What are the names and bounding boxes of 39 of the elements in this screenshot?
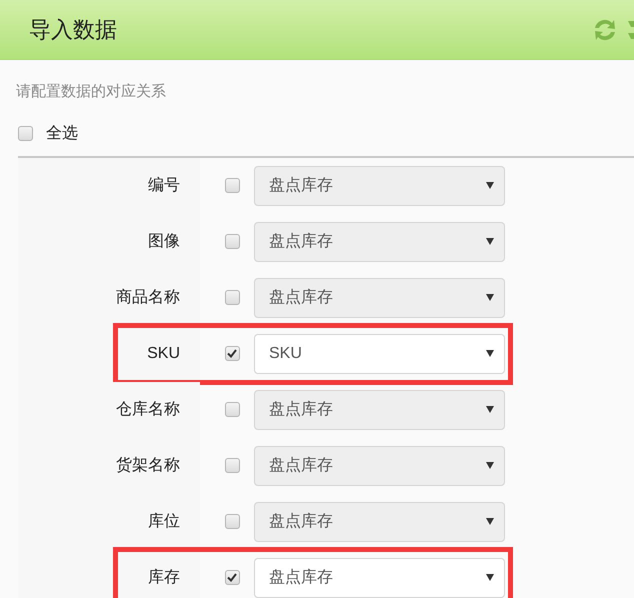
checkbox[interactable] [224,346,240,361]
caret-icon [486,518,494,525]
field-label: SKU [147,344,180,364]
checkbox[interactable] [224,234,240,249]
refresh-icon[interactable] [592,18,618,42]
checkbox[interactable] [224,570,240,585]
caret-icon [486,294,494,301]
caret-icon [486,350,494,357]
check-icon [227,573,237,582]
mapping-dropdown[interactable]: 盘点库存 [254,166,505,206]
checkbox[interactable] [224,178,240,193]
field-label: 库存 [148,568,180,588]
checkbox[interactable] [224,402,240,417]
checkbox[interactable] [224,514,240,529]
instruction-text: 请配置数据的对应关系 [16,82,167,102]
select-all-label: 全选 [46,124,78,144]
mapping-dropdown[interactable]: 盘点库存 [254,390,505,430]
caret-icon [486,574,494,581]
mapping-dropdown[interactable]: 盘点库存 [254,446,505,486]
field-label: 编号 [148,176,180,196]
field-label: 商品名称 [116,288,180,308]
field-label: 货架名称 [116,456,180,476]
caret-icon [486,406,494,413]
mapping-dropdown[interactable]: 盘点库存 [254,502,505,542]
field-label: 图像 [148,232,180,252]
checkbox[interactable] [224,458,240,473]
mapping-dropdown[interactable]: 盘点库存 [254,222,505,262]
checkbox[interactable] [18,126,33,141]
checkbox[interactable] [224,290,240,305]
mapping-dropdown[interactable]: SKU [254,334,505,374]
dialog-title: 导入数据 [29,16,117,44]
field-label: 库位 [148,512,180,532]
caret-icon [486,238,494,245]
field-label: 仓库名称 [116,400,180,420]
caret-icon [486,462,494,469]
mapping-dropdown[interactable]: 盘点库存 [254,278,505,318]
check-icon [227,349,237,358]
caret-icon [486,182,494,189]
mapping-dropdown[interactable]: 盘点库存 [254,558,505,598]
